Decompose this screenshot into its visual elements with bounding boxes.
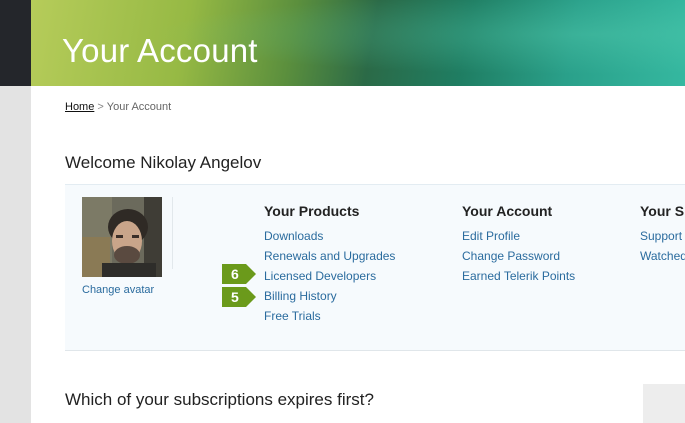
licensed-developers-link[interactable]: Licensed Developers: [264, 269, 376, 283]
change-avatar-link[interactable]: Change avatar: [82, 284, 154, 296]
downloads-link[interactable]: Downloads: [264, 229, 323, 243]
breadcrumb-home-link[interactable]: Home: [65, 101, 94, 113]
subscriptions-heading: Which of your subscriptions expires firs…: [65, 390, 374, 409]
earned-telerik-points-link[interactable]: Earned Telerik Points: [462, 269, 575, 283]
breadcrumb: Home > Your Account: [65, 101, 171, 113]
avatar-divider: [172, 197, 173, 269]
support-link[interactable]: Support: [640, 229, 682, 243]
your-account-heading: Your Account: [462, 203, 553, 219]
breadcrumb-separator: >: [97, 101, 104, 113]
your-support-heading: Your S: [640, 203, 685, 219]
breadcrumb-current: Your Account: [106, 101, 172, 113]
change-password-link[interactable]: Change Password: [462, 249, 560, 263]
page-title: Your Account: [62, 32, 258, 69]
welcome-heading: Welcome Nikolay Angelov: [65, 153, 262, 172]
avatar-photo: [82, 197, 162, 277]
free-trials-link[interactable]: Free Trials: [264, 309, 321, 323]
avatar[interactable]: [82, 197, 162, 277]
renewals-upgrades-link[interactable]: Renewals and Upgrades: [264, 249, 395, 263]
left-gray-strip: [0, 86, 31, 423]
left-dark-strip: [0, 0, 31, 86]
side-panel: [643, 384, 685, 423]
watched-link[interactable]: Watched: [640, 249, 685, 263]
billing-history-link[interactable]: Billing History: [264, 289, 337, 303]
edit-profile-link[interactable]: Edit Profile: [462, 229, 520, 243]
your-products-heading: Your Products: [264, 203, 360, 219]
